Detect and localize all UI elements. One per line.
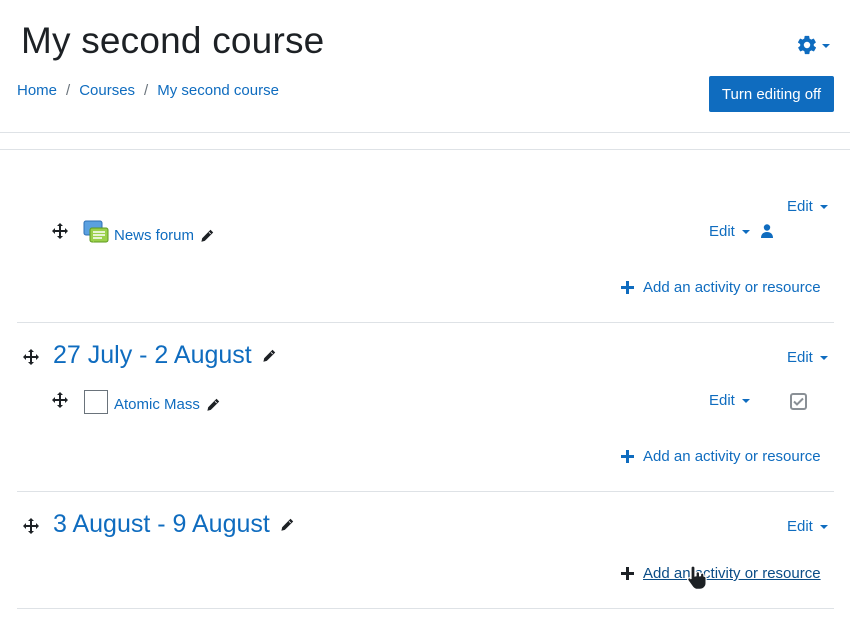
pencil-icon[interactable] [200,229,214,243]
plus-icon [621,567,634,580]
section-divider [17,608,834,609]
breadcrumb-current-course[interactable]: My second course [157,82,279,99]
course-settings-menu[interactable] [796,34,830,56]
activity-news-forum[interactable]: News forum [114,227,214,244]
add-activity-label: Add an activity or resource [643,279,821,296]
edit-label: Edit [709,223,735,240]
section-title-label: 3 August - 9 August [53,510,270,538]
breadcrumb-separator: / [66,82,71,99]
section-1-edit-menu[interactable]: Edit [787,349,828,366]
section-title-2[interactable]: 3 August - 9 August [53,510,294,539]
edit-label: Edit [709,392,735,409]
activity-news-forum-edit-menu[interactable]: Edit [709,223,750,240]
activity-name-label: News forum [114,227,195,244]
page-title: My second course [21,20,325,61]
pencil-icon[interactable] [206,398,220,412]
activity-name-label: Atomic Mass [114,396,200,413]
content-top-divider [0,149,850,150]
section-divider [17,322,834,323]
move-icon[interactable] [23,518,39,534]
edit-label: Edit [787,349,813,366]
edit-label: Edit [787,518,813,535]
plus-icon [621,281,634,294]
plus-icon [621,450,634,463]
add-activity-button-section-2[interactable]: Add an activity or resource [621,565,821,582]
forum-icon [83,220,109,243]
chevron-down-icon [819,525,828,529]
blank-activity-icon [84,390,108,414]
chevron-down-icon [822,44,830,48]
breadcrumb: Home / Courses / My second course [17,82,279,99]
section-2-edit-menu[interactable]: Edit [787,518,828,535]
gear-icon [797,35,817,55]
header-divider [0,132,850,133]
pencil-icon[interactable] [262,349,276,363]
add-activity-label: Add an activity or resource [643,448,821,465]
add-activity-button-section-1[interactable]: Add an activity or resource [621,448,821,465]
section-divider [17,491,834,492]
chevron-down-icon [741,399,750,403]
breadcrumb-separator: / [144,82,149,99]
section-title-1[interactable]: 27 July - 2 August [53,341,276,370]
activity-atomic-mass-edit-menu[interactable]: Edit [709,392,750,409]
section-title-label: 27 July - 2 August [53,341,252,369]
add-activity-button-section-0[interactable]: Add an activity or resource [621,279,821,296]
chevron-down-icon [819,356,828,360]
add-activity-label: Add an activity or resource [643,565,821,582]
chevron-down-icon [741,230,750,234]
move-icon[interactable] [52,392,68,408]
move-icon[interactable] [23,349,39,365]
user-icon[interactable] [761,224,773,238]
breadcrumb-courses[interactable]: Courses [79,82,135,99]
activity-atomic-mass[interactable]: Atomic Mass [114,396,220,413]
edit-label: Edit [787,198,813,215]
pencil-icon[interactable] [280,518,294,532]
section-0-edit-menu[interactable]: Edit [787,198,828,215]
turn-editing-off-button[interactable]: Turn editing off [709,76,834,112]
move-icon[interactable] [52,223,68,239]
chevron-down-icon [819,205,828,209]
breadcrumb-home[interactable]: Home [17,82,57,99]
completion-checkbox-icon[interactable] [790,393,807,410]
